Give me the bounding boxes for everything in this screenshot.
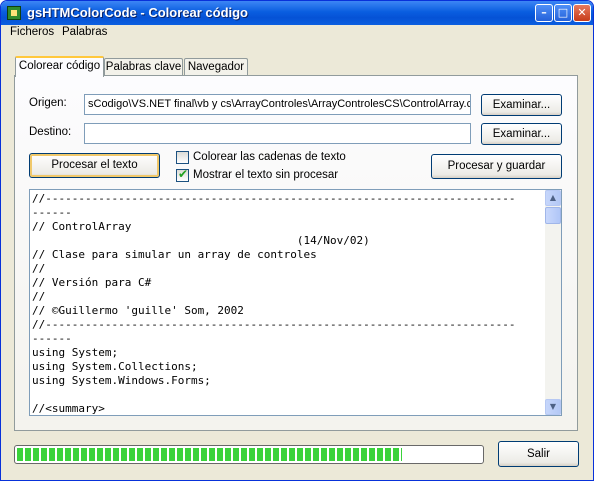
menu-ficheros[interactable]: Ficheros: [10, 26, 54, 38]
code-line: //--------------------------------------…: [32, 318, 516, 331]
origen-field[interactable]: sCodigo\VS.NET final\vb y cs\ArrayContro…: [84, 94, 471, 115]
origen-label: Origen:: [29, 97, 67, 109]
code-text-area[interactable]: //--------------------------------------…: [29, 189, 562, 416]
tab-navegador[interactable]: Navegador: [184, 58, 248, 76]
salir-button[interactable]: Salir: [498, 441, 579, 467]
close-button[interactable]: ✕: [573, 4, 591, 22]
mostrar-sin-procesar-label[interactable]: Mostrar el texto sin procesar: [193, 169, 338, 181]
code-line: // ©Guillermo 'guille' Som, 2002: [32, 304, 244, 317]
code-lines: //--------------------------------------…: [32, 192, 542, 415]
procesar-button[interactable]: Procesar el texto: [29, 153, 160, 178]
progress-bar: [14, 445, 484, 464]
window-title: gsHTMColorCode - Colorear código: [27, 5, 248, 20]
scroll-thumb[interactable]: [545, 207, 561, 224]
minimize-button[interactable]: –: [535, 4, 553, 22]
title-bar[interactable]: gsHTMColorCode - Colorear código – □ ✕: [1, 1, 593, 25]
code-line: (14/Nov/02): [32, 234, 370, 247]
code-line: //: [32, 290, 46, 303]
scroll-up-icon[interactable]: ▲: [545, 190, 561, 206]
code-line: // Clase para simular un array de contro…: [32, 248, 317, 261]
code-line: // ControlArray: [32, 220, 132, 233]
menu-palabras[interactable]: Palabras: [62, 26, 107, 38]
code-line: ------: [32, 206, 72, 219]
examinar-destino-button[interactable]: Examinar...: [481, 123, 562, 145]
main-window: gsHTMColorCode - Colorear código – □ ✕ F…: [0, 0, 594, 481]
code-line: //--------------------------------------…: [32, 192, 516, 205]
code-line: //: [32, 262, 46, 275]
examinar-origen-button[interactable]: Examinar...: [481, 94, 562, 116]
procesar-guardar-button[interactable]: Procesar y guardar: [431, 154, 562, 179]
code-line: using System;: [32, 346, 119, 359]
destino-field[interactable]: [84, 123, 471, 144]
code-line: //<summary>: [32, 402, 105, 415]
progress-fill: [17, 448, 402, 461]
maximize-button[interactable]: □: [554, 4, 572, 22]
code-line: using System.Windows.Forms;: [32, 374, 211, 387]
tab-colorear-codigo[interactable]: Colorear código: [15, 56, 104, 77]
app-icon: [7, 6, 21, 20]
colorear-cadenas-checkbox[interactable]: [176, 151, 189, 164]
destino-label: Destino:: [29, 126, 72, 138]
colorear-cadenas-label[interactable]: Colorear las cadenas de texto: [193, 151, 346, 163]
tab-palabras-clave[interactable]: Palabras clave: [104, 58, 183, 76]
mostrar-sin-procesar-checkbox[interactable]: ✔: [176, 167, 189, 182]
code-line: // Versión para C#: [32, 276, 152, 289]
menu-bar: Ficheros Palabras: [1, 25, 593, 42]
vertical-scrollbar[interactable]: ▲ ▼: [545, 190, 561, 415]
scroll-down-icon[interactable]: ▼: [545, 399, 561, 415]
code-line: using System.Collections;: [32, 360, 198, 373]
code-line: ------: [32, 332, 72, 345]
checkmark-icon: ✔: [178, 167, 189, 181]
